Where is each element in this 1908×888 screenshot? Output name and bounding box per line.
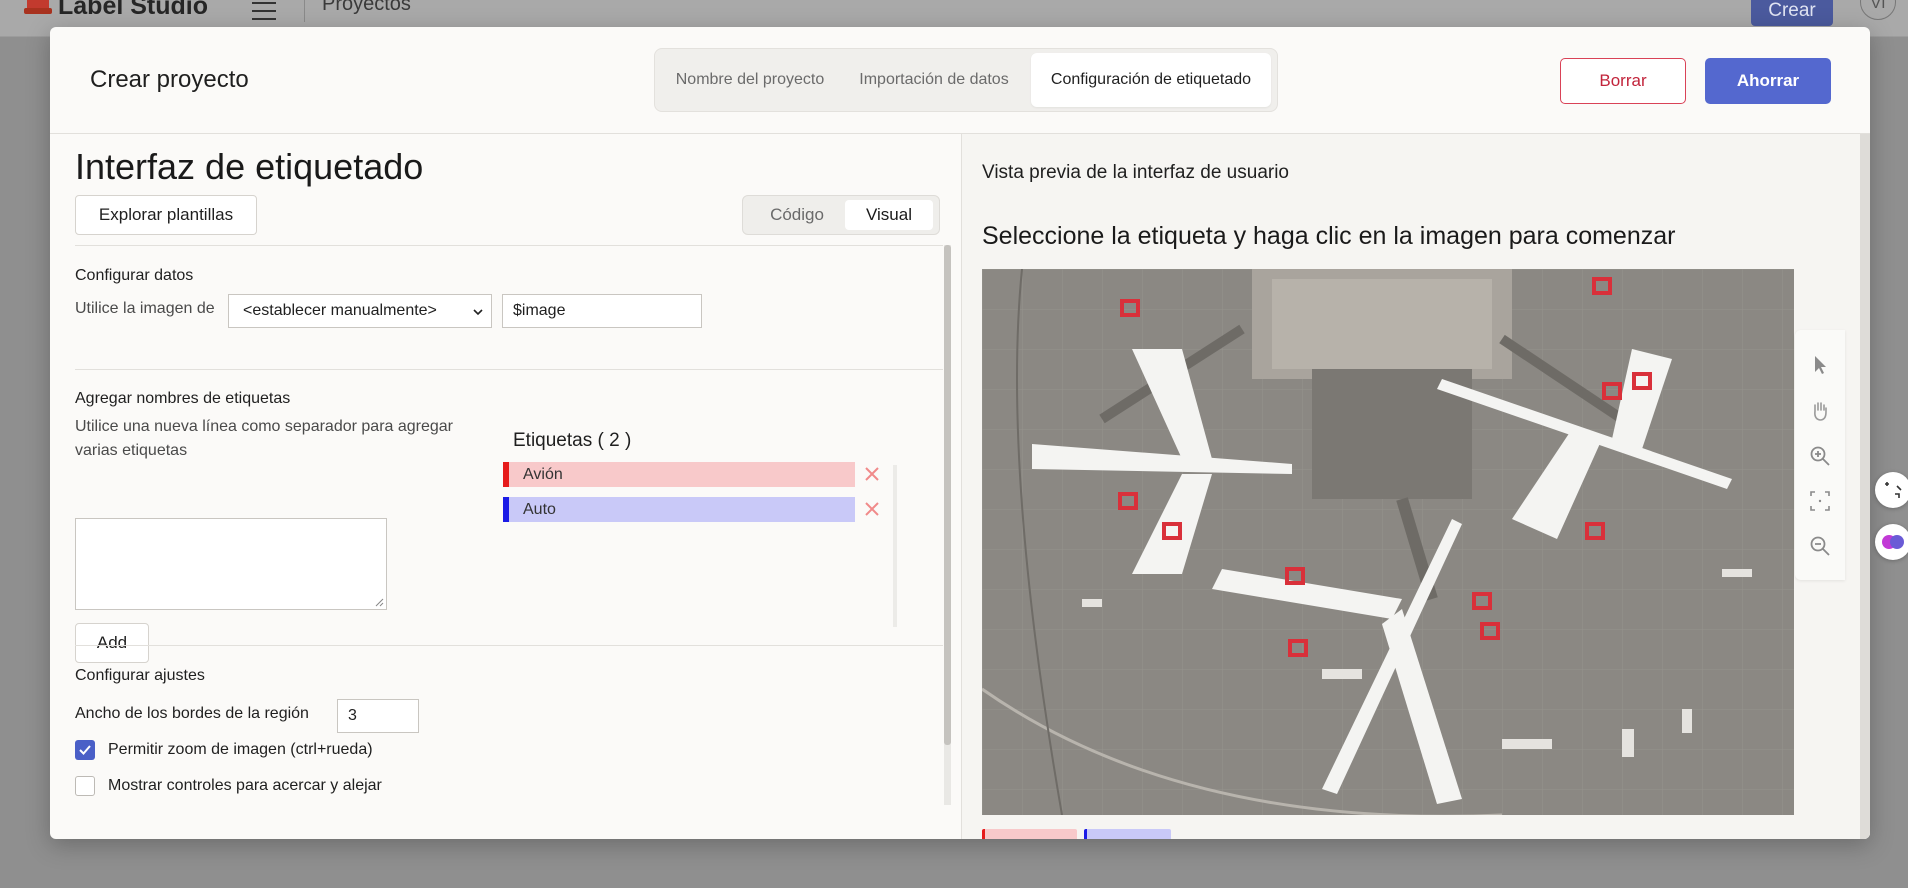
- modal-title: Crear proyecto: [90, 66, 249, 93]
- pointer-icon[interactable]: [1809, 354, 1831, 376]
- create-project-button[interactable]: Crear: [1751, 0, 1833, 26]
- add-labels-title: Agregar nombres de etiquetas: [75, 390, 291, 407]
- image-source-value: <establecer manualmente>: [243, 302, 437, 319]
- zoom-controls-checkbox[interactable]: [75, 776, 95, 796]
- preview-label-chip-avion[interactable]: [982, 829, 1077, 839]
- image-source-select[interactable]: <establecer manualmente>: [228, 294, 492, 328]
- fit-screen-icon[interactable]: [1809, 490, 1831, 512]
- breadcrumb-projects[interactable]: Proyectos: [322, 0, 411, 16]
- resize-handle-icon[interactable]: [375, 598, 384, 607]
- stroke-width-input[interactable]: [337, 699, 419, 733]
- remove-label-icon[interactable]: [864, 466, 880, 482]
- preview-image[interactable]: [982, 269, 1794, 815]
- tab-data-import[interactable]: Importación de datos: [845, 53, 1023, 107]
- preview-scrollbar[interactable]: [1860, 134, 1870, 839]
- visual-view-tab[interactable]: Visual: [845, 200, 933, 230]
- chevron-down-icon: [473, 309, 483, 316]
- use-image-from-label: Utilice la imagen de: [75, 300, 215, 317]
- label-names-textarea[interactable]: [75, 518, 387, 610]
- check-icon: [79, 745, 91, 755]
- config-scrollbar-thumb[interactable]: [944, 245, 951, 745]
- modal-header: Crear proyecto Nombre del proyecto Impor…: [50, 27, 1870, 134]
- app-logo-text: Label Studio: [58, 0, 208, 20]
- delete-button[interactable]: Borrar: [1560, 58, 1686, 104]
- divider: [75, 645, 943, 646]
- add-labels-button[interactable]: Add: [75, 623, 149, 663]
- label-chip-auto[interactable]: Auto: [503, 497, 855, 522]
- divider: [75, 245, 943, 246]
- zoom-in-icon[interactable]: [1809, 445, 1831, 467]
- refresh-swap-icon: [1885, 482, 1902, 498]
- tab-project-name[interactable]: Nombre del proyecto: [661, 53, 839, 107]
- airport-aerial-image: [982, 269, 1794, 815]
- header-divider: [304, 0, 305, 22]
- configure-settings-title: Configurar ajustes: [75, 667, 205, 684]
- labels-list-heading: Etiquetas ( 2 ): [513, 430, 632, 451]
- hamburger-menu-icon[interactable]: [252, 2, 276, 20]
- remove-label-icon[interactable]: [864, 501, 880, 517]
- wizard-stepper: Nombre del proyecto Importación de datos…: [654, 48, 1278, 112]
- configure-data-title: Configurar datos: [75, 267, 194, 284]
- stroke-width-label: Ancho de los bordes de la región: [75, 705, 309, 722]
- zoom-controls-label: Mostrar controles para acercar y alejar: [108, 777, 382, 794]
- preview-instruction: Seleccione la etiqueta y haga clic en la…: [982, 222, 1676, 250]
- create-project-modal: Crear proyecto Nombre del proyecto Impor…: [50, 27, 1870, 839]
- image-tools-panel: [1795, 330, 1845, 580]
- image-variable-input[interactable]: [502, 294, 702, 328]
- avatar[interactable]: VI: [1860, 0, 1896, 20]
- label-studio-logo-icon: [24, 0, 52, 14]
- preview-title: Vista previa de la interfaz de usuario: [982, 162, 1289, 183]
- labeling-config-pane: Interfaz de etiquetado Explorar plantill…: [50, 134, 960, 839]
- labels-scrollbar[interactable]: [893, 465, 897, 627]
- save-button[interactable]: Ahorrar: [1705, 58, 1831, 104]
- page-title: Interfaz de etiquetado: [75, 146, 424, 187]
- side-ai-button[interactable]: [1875, 524, 1908, 560]
- config-scroll-area: Configurar datos Utilice la imagen de <e…: [75, 245, 951, 817]
- ui-preview-pane: Vista previa de la interfaz de usuario S…: [961, 134, 1870, 839]
- code-view-tab[interactable]: Código: [749, 200, 845, 230]
- brain-icon: [1882, 535, 1904, 549]
- side-float-button[interactable]: [1875, 472, 1908, 508]
- view-mode-toggle: Código Visual: [742, 195, 940, 235]
- tab-labeling-setup[interactable]: Configuración de etiquetado: [1031, 53, 1271, 107]
- zoom-out-icon[interactable]: [1809, 535, 1831, 557]
- browse-templates-button[interactable]: Explorar plantillas: [75, 195, 257, 235]
- zoom-label: Permitir zoom de imagen (ctrl+rueda): [108, 741, 373, 758]
- add-labels-hint: Utilice una nueva línea como separador p…: [75, 418, 454, 459]
- label-chip-avion[interactable]: Avión: [503, 462, 855, 487]
- zoom-checkbox[interactable]: [75, 740, 95, 760]
- divider: [75, 369, 943, 370]
- preview-label-chip-auto[interactable]: [1084, 829, 1171, 839]
- pan-hand-icon[interactable]: [1809, 400, 1831, 422]
